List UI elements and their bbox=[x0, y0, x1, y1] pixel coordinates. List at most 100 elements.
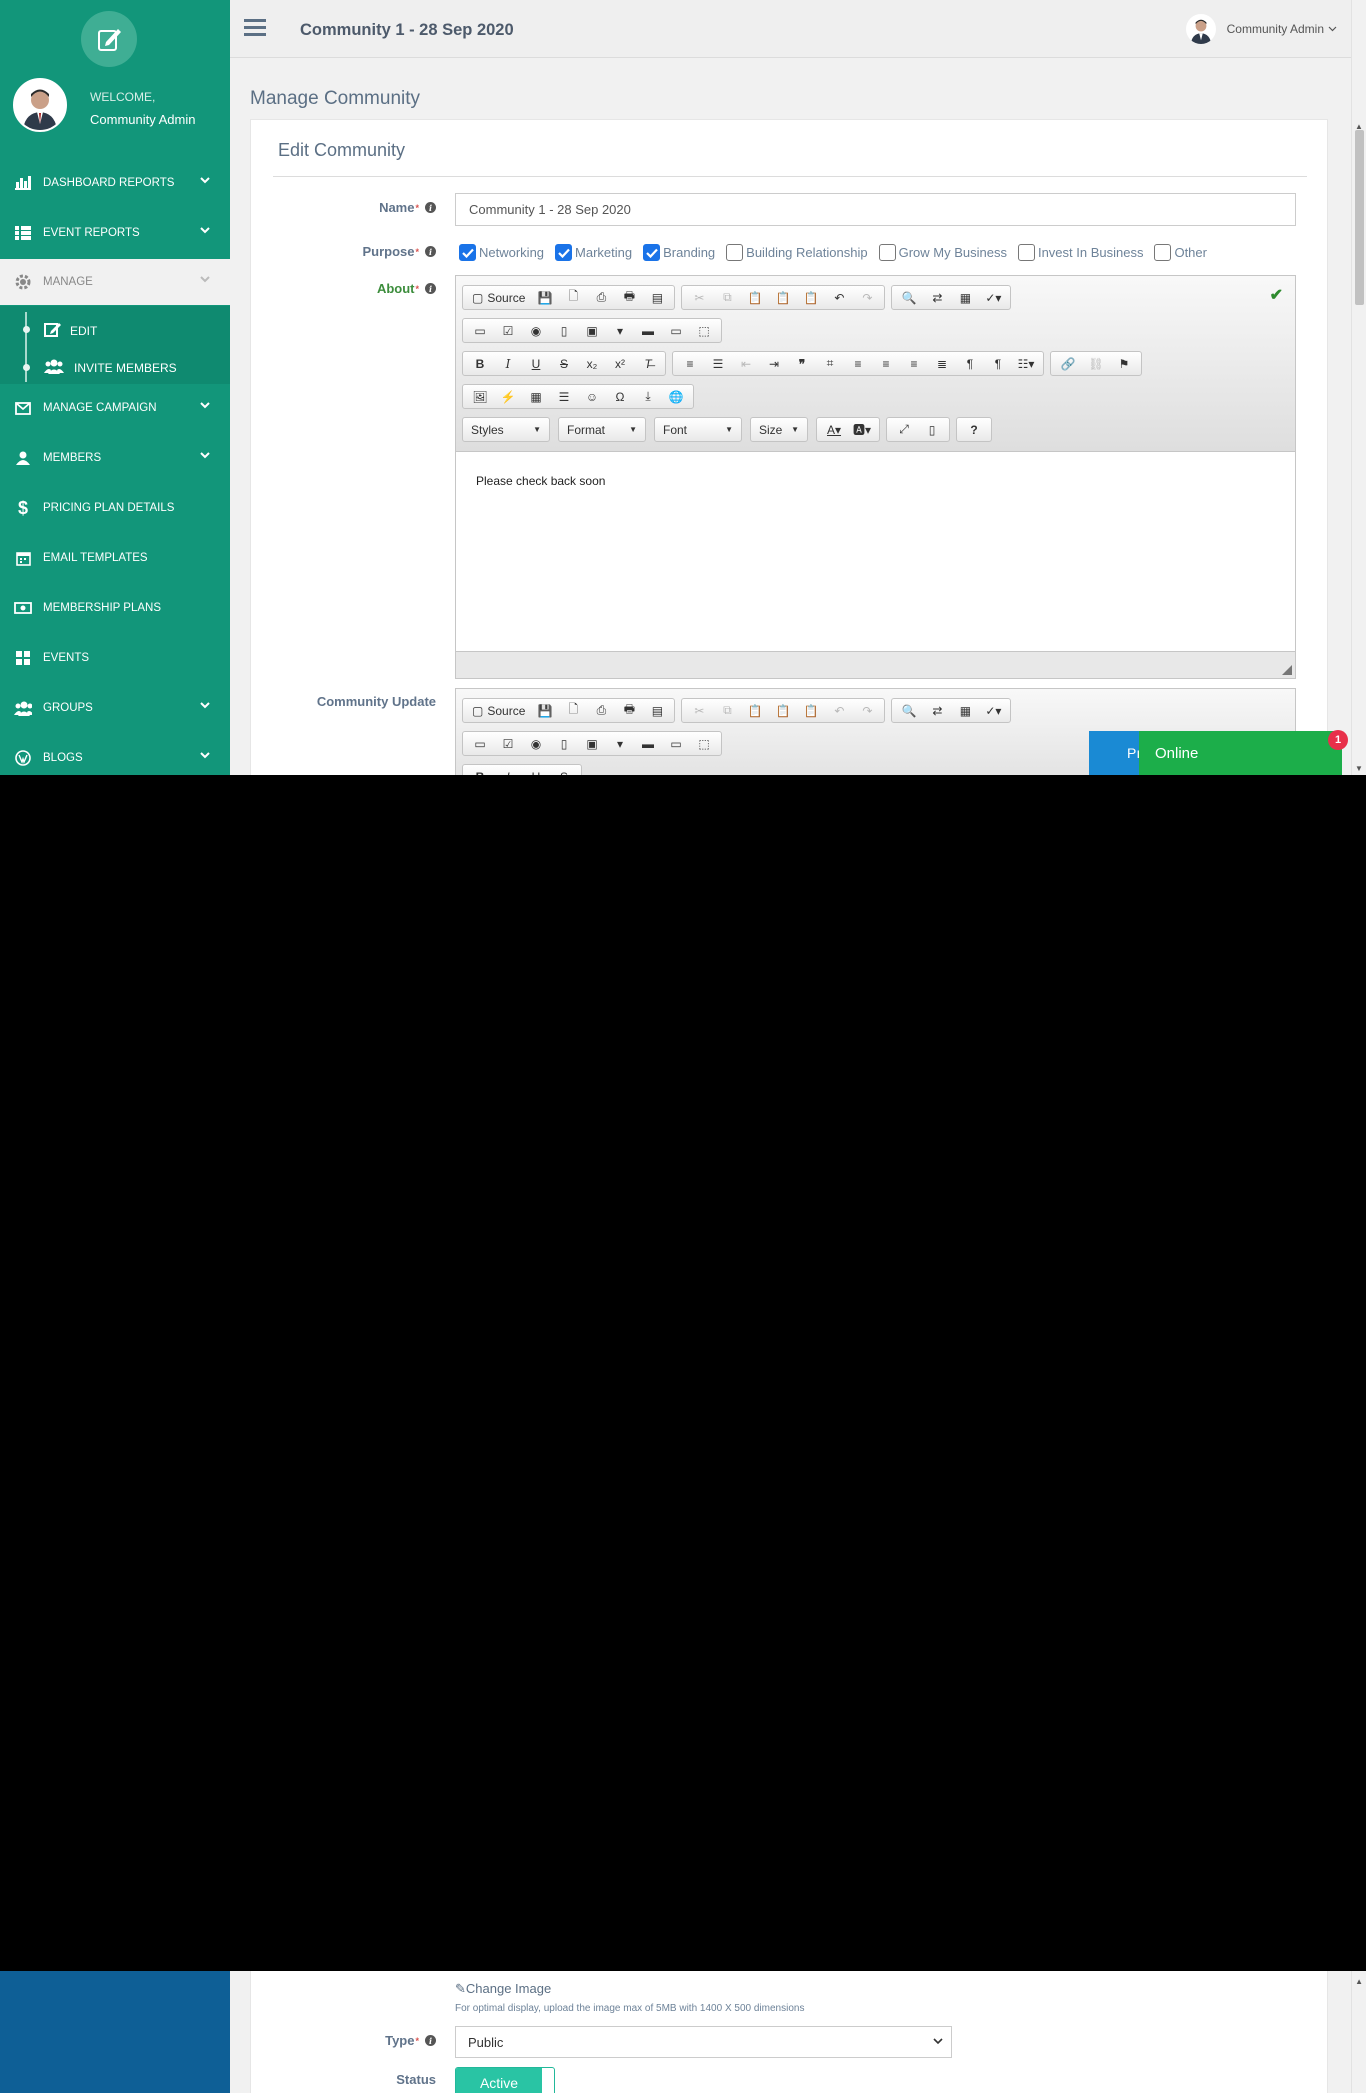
scroll-down-icon[interactable]: ▼ bbox=[1355, 764, 1363, 773]
purpose-branding-checkbox[interactable]: Branding bbox=[643, 244, 715, 261]
preview-icon[interactable]: ⎙ bbox=[587, 286, 615, 309]
nav-email-templates[interactable]: EMAIL TEMPLATES bbox=[0, 535, 230, 581]
radio-icon[interactable]: ◉ bbox=[522, 319, 550, 342]
select-all-icon[interactable]: ▦ bbox=[951, 699, 979, 722]
purpose-invest-in-business-checkbox[interactable]: Invest In Business bbox=[1017, 244, 1143, 261]
superscript-icon[interactable]: x² bbox=[606, 352, 634, 375]
submenu-invite-members[interactable]: INVITE MEMBERS bbox=[44, 358, 177, 377]
table-icon[interactable]: ▦ bbox=[522, 385, 550, 408]
strike-icon[interactable]: S bbox=[550, 352, 578, 375]
form-icon[interactable]: ▭ bbox=[466, 319, 494, 342]
ltr-icon[interactable]: ¶ bbox=[956, 352, 984, 375]
copy-icon[interactable]: ⧉ bbox=[713, 286, 741, 309]
select-all-icon[interactable]: ▦ bbox=[951, 286, 979, 309]
checkbox-icon[interactable]: ☑ bbox=[494, 732, 522, 755]
size-dropdown[interactable]: Size ▼ bbox=[750, 417, 808, 442]
smiley-icon[interactable]: ☺ bbox=[578, 385, 606, 408]
templates-icon[interactable]: ▤ bbox=[643, 699, 671, 722]
hamburger-menu-icon[interactable] bbox=[244, 19, 266, 37]
save-icon[interactable]: 💾 bbox=[531, 699, 559, 722]
textfield-icon[interactable]: ▯ bbox=[550, 732, 578, 755]
avatar[interactable] bbox=[13, 78, 67, 132]
page-break-icon[interactable]: ⤓ bbox=[634, 385, 662, 408]
page-scrollbar[interactable]: ▲ bbox=[1351, 1971, 1366, 2093]
purpose-grow-my-business-checkbox[interactable]: Grow My Business bbox=[878, 244, 1007, 261]
button-icon[interactable]: ▬ bbox=[634, 732, 662, 755]
maximize-icon[interactable]: ⤢ bbox=[890, 418, 918, 441]
textfield-icon[interactable]: ▯ bbox=[550, 319, 578, 342]
button-icon[interactable]: ▬ bbox=[634, 319, 662, 342]
page-scrollbar[interactable]: ▲ ▼ bbox=[1351, 0, 1366, 775]
user-menu[interactable]: Community Admin bbox=[1185, 14, 1337, 44]
anchor-icon[interactable]: ⚑ bbox=[1110, 352, 1138, 375]
replace-icon[interactable]: ⇄ bbox=[923, 699, 951, 722]
justify-icon[interactable]: ≣ bbox=[928, 352, 956, 375]
paste-word-icon[interactable]: 📋 bbox=[797, 699, 825, 722]
subscript-icon[interactable]: x₂ bbox=[578, 352, 606, 375]
font-dropdown[interactable]: Font ▼ bbox=[654, 417, 742, 442]
paste-text-icon[interactable]: 📋 bbox=[769, 699, 797, 722]
undo-icon[interactable]: ↶ bbox=[825, 286, 853, 309]
submenu-edit[interactable]: EDIT bbox=[44, 321, 97, 340]
nav-pricing-plan-details[interactable]: $ PRICING PLAN DETAILS bbox=[0, 485, 230, 531]
image-button-icon[interactable]: ▭ bbox=[662, 319, 690, 342]
strike-icon[interactable]: S bbox=[550, 765, 578, 776]
purpose-other-checkbox[interactable]: Other bbox=[1154, 244, 1207, 261]
spellcheck-icon[interactable]: ✓▾ bbox=[979, 286, 1007, 309]
select-field-icon[interactable]: ▾ bbox=[606, 732, 634, 755]
new-page-icon[interactable]: 🗋 bbox=[559, 286, 587, 309]
spellcheck-icon[interactable]: ✓▾ bbox=[979, 699, 1007, 722]
save-icon[interactable]: 💾 bbox=[531, 286, 559, 309]
link-icon[interactable]: 🔗 bbox=[1054, 352, 1082, 375]
copy-icon[interactable]: ⧉ bbox=[713, 699, 741, 722]
italic-icon[interactable]: I bbox=[494, 765, 522, 776]
nav-groups[interactable]: GROUPS bbox=[0, 685, 230, 731]
find-icon[interactable]: 🔍 bbox=[895, 699, 923, 722]
show-blocks-icon[interactable]: ▯ bbox=[918, 418, 946, 441]
flash-icon[interactable]: ⚡ bbox=[494, 385, 522, 408]
align-right-icon[interactable]: ≡ bbox=[900, 352, 928, 375]
status-toggle[interactable]: Active bbox=[455, 2067, 555, 2093]
iframe-icon[interactable]: 🌐 bbox=[662, 385, 690, 408]
horizontal-rule-icon[interactable]: ☰ bbox=[550, 385, 578, 408]
textarea-icon[interactable]: ▣ bbox=[578, 732, 606, 755]
nav-blogs[interactable]: BLOGS bbox=[0, 735, 230, 775]
source-button[interactable]: ▢ Source bbox=[466, 291, 531, 305]
special-char-icon[interactable]: Ω bbox=[606, 385, 634, 408]
resize-handle-icon[interactable] bbox=[1282, 665, 1292, 675]
redo-icon[interactable]: ↷ bbox=[853, 286, 881, 309]
textarea-icon[interactable]: ▣ bbox=[578, 319, 606, 342]
blockquote-icon[interactable]: ❞ bbox=[788, 352, 816, 375]
text-color-icon[interactable]: A▾ bbox=[820, 418, 848, 441]
chat-online-button[interactable]: Online bbox=[1139, 731, 1342, 775]
image-button-icon[interactable]: ▭ bbox=[662, 732, 690, 755]
nav-event-reports[interactable]: EVENT REPORTS bbox=[0, 210, 230, 256]
paste-icon[interactable]: 📋 bbox=[741, 286, 769, 309]
print-icon[interactable]: 🖶 bbox=[615, 286, 643, 309]
underline-icon[interactable]: U bbox=[522, 352, 550, 375]
radio-icon[interactable]: ◉ bbox=[522, 732, 550, 755]
nav-manage[interactable]: MANAGE bbox=[0, 259, 230, 305]
background-color-icon[interactable]: 🅰▾ bbox=[848, 418, 876, 441]
format-dropdown[interactable]: Format ▼ bbox=[558, 417, 646, 442]
image-icon[interactable]: 🖼 bbox=[466, 385, 494, 408]
cut-icon[interactable]: ✂ bbox=[685, 699, 713, 722]
preview-icon[interactable]: ⎙ bbox=[587, 699, 615, 722]
checkbox-icon[interactable]: ☑ bbox=[494, 319, 522, 342]
underline-icon[interactable]: U bbox=[522, 765, 550, 776]
help-icon[interactable]: ? bbox=[960, 418, 988, 441]
align-center-icon[interactable]: ≡ bbox=[872, 352, 900, 375]
align-left-icon[interactable]: ≡ bbox=[844, 352, 872, 375]
templates-icon[interactable]: ▤ bbox=[643, 286, 671, 309]
hidden-field-icon[interactable]: ⬚ bbox=[690, 732, 718, 755]
styles-dropdown[interactable]: Styles ▼ bbox=[462, 417, 550, 442]
about-editor-content[interactable]: Please check back soon bbox=[456, 452, 1295, 651]
paste-word-icon[interactable]: 📋 bbox=[797, 286, 825, 309]
source-button[interactable]: ▢ Source bbox=[466, 704, 531, 718]
purpose-building-relationship-checkbox[interactable]: Building Relationship bbox=[726, 244, 868, 261]
numbered-list-icon[interactable]: ≡ bbox=[676, 352, 704, 375]
paste-text-icon[interactable]: 📋 bbox=[769, 286, 797, 309]
scroll-thumb[interactable] bbox=[1355, 130, 1364, 305]
div-icon[interactable]: ⌗ bbox=[816, 352, 844, 375]
remove-format-icon[interactable]: T̶ bbox=[634, 352, 662, 375]
